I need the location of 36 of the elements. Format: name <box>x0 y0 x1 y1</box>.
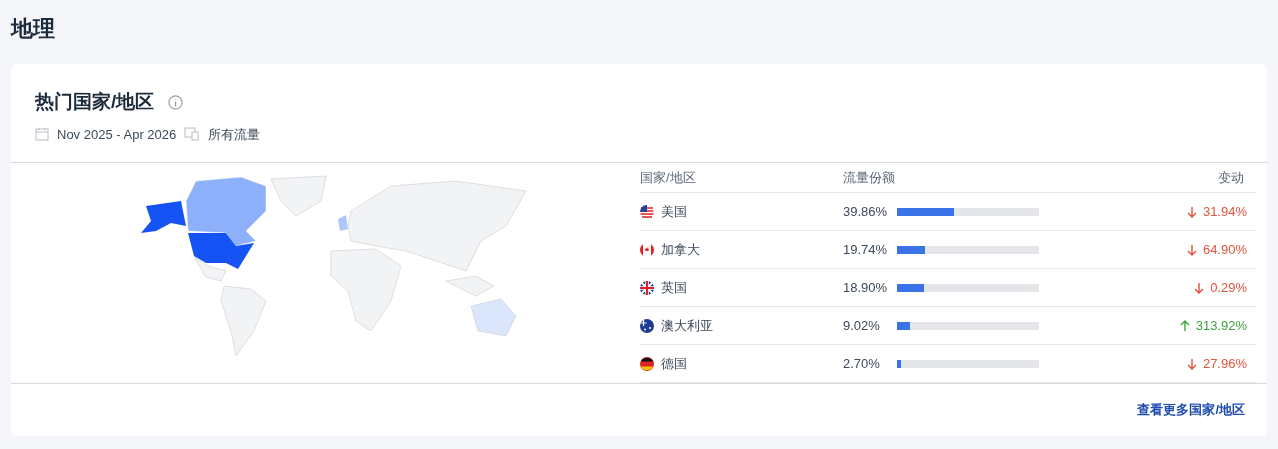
card-title: 热门国家/地区 <box>35 90 155 114</box>
arrow-down-icon <box>1186 243 1197 256</box>
country-name: 美国 <box>661 202 688 221</box>
column-header: 流量份额 <box>843 168 896 187</box>
country-name: 英国 <box>661 278 688 297</box>
page-title: 地理 <box>11 15 55 43</box>
change-value: 27.96% <box>1186 353 1256 374</box>
traffic-type: 所有流量 <box>208 125 261 144</box>
flag-icon <box>640 280 654 295</box>
traffic-share: 19.74% <box>843 240 889 259</box>
column-header: 国家/地区 <box>640 168 697 187</box>
flag-icon <box>640 204 654 219</box>
arrow-down-icon <box>1194 281 1205 294</box>
date-range: Nov 2025 - Apr 2026 <box>57 125 177 144</box>
info-icon <box>168 94 184 110</box>
change-value: 31.94% <box>1186 201 1256 222</box>
traffic-share: 18.90% <box>843 278 889 297</box>
arrow-up-icon <box>1179 319 1190 332</box>
flag-icon <box>640 356 654 371</box>
flag-icon <box>640 242 654 257</box>
arrow-down-icon <box>1186 205 1197 218</box>
country-name: 澳大利亚 <box>661 316 714 335</box>
calendar-icon <box>35 127 49 142</box>
traffic-share: 2.70% <box>843 354 881 373</box>
traffic-share: 9.02% <box>843 316 881 335</box>
change-value: 64.90% <box>1186 239 1256 260</box>
country-name: 加拿大 <box>661 240 701 259</box>
change-value: 0.29% <box>1194 277 1256 298</box>
flag-icon <box>640 318 654 333</box>
country-name: 德国 <box>661 354 688 373</box>
arrow-down-icon <box>1186 357 1197 370</box>
view-more-link[interactable]: 查看更多国家/地区 <box>1137 400 1245 420</box>
devices-icon <box>184 127 201 142</box>
change-value: 313.92% <box>1179 315 1256 336</box>
traffic-share: 39.86% <box>843 202 889 221</box>
column-header: 变动 <box>1218 168 1245 187</box>
